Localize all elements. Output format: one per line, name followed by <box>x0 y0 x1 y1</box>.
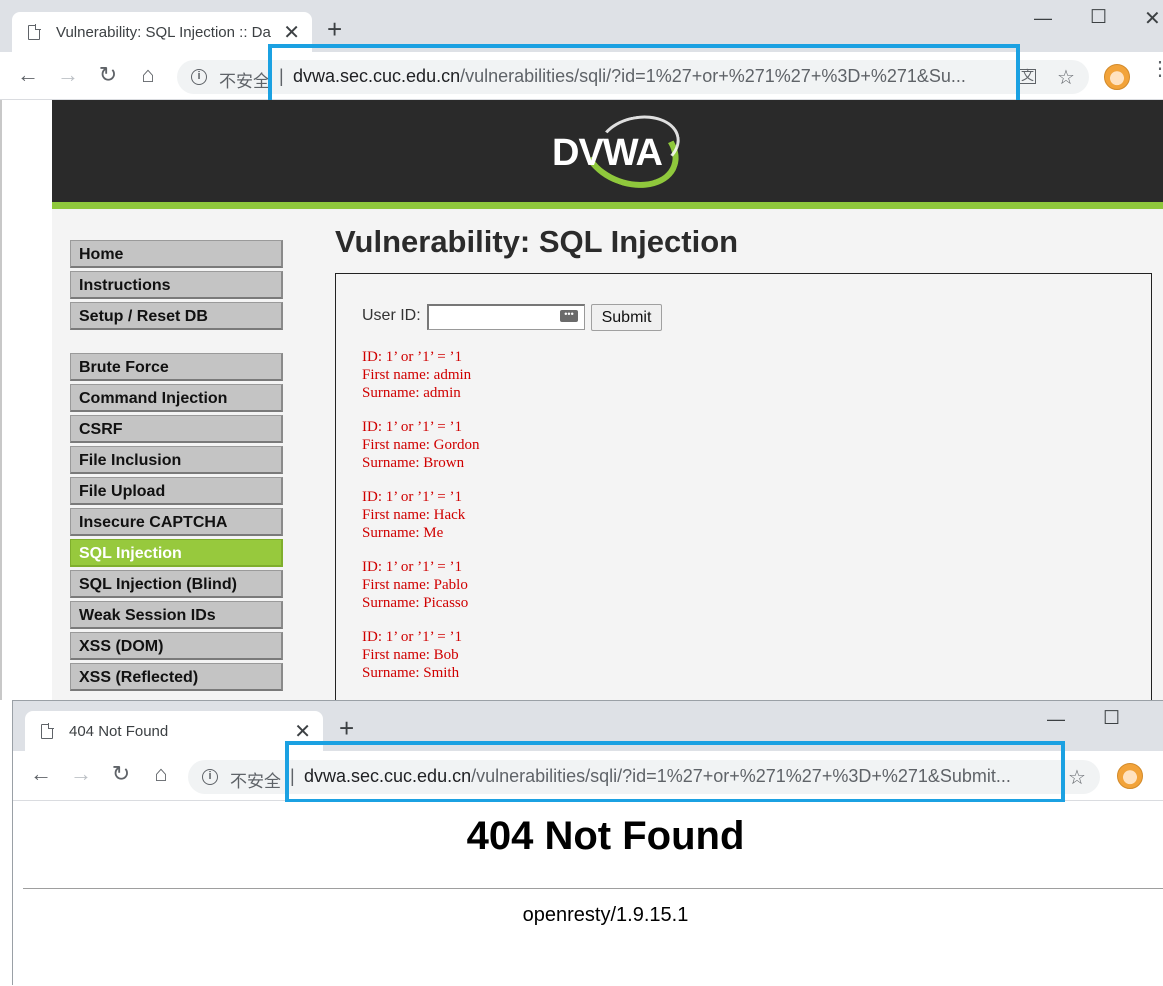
result-block: ID: 1’ or ’1’ = ’1 First name: Bob Surname… <box>362 628 480 682</box>
url-highlight-box <box>285 741 1065 803</box>
dvwa-logo: DVWA <box>546 100 690 201</box>
menu-item-insecure-captcha[interactable]: Insecure CAPTCHA <box>70 508 283 536</box>
result-block: ID: 1’ or ’1’ = ’1 First name: admin Surna… <box>362 348 480 402</box>
bookmark-star-icon[interactable]: ☆ <box>1068 765 1086 790</box>
page-icon <box>28 24 41 40</box>
insecure-label: 不安全 <box>230 772 281 791</box>
menu-item-command-injection[interactable]: Command Injection <box>70 384 283 412</box>
result-surname-line: Surname: Picasso <box>362 595 469 611</box>
result-surname-line: Surname: Smith <box>362 665 460 681</box>
insecure-label: 不安全 <box>219 72 270 91</box>
dvwa-menu: Home Instructions Setup / Reset DB Brute F… <box>70 240 283 694</box>
forward-icon[interactable]: → <box>54 62 82 88</box>
server-signature: openresty/1.9.15.1 <box>522 904 689 926</box>
menu-item-sql-injection-blind[interactable]: SQL Injection (Blind) <box>70 570 283 598</box>
vulnerable-code-area: User ID: ••• Submit ID: 1’ or ’1’ = ’1 Fi… <box>335 273 1152 700</box>
error-page: 404 Not Found openresty/1.9.15.1 <box>13 802 1163 986</box>
dvwa-page: DVWA Home Instructions Setup / Reset DB Br… <box>0 100 1163 700</box>
maximize-icon[interactable]: ☐ <box>1090 6 1107 29</box>
tab-dvwa[interactable]: Vulnerability: SQL Injection :: Da ✕ <box>12 12 312 52</box>
home-icon[interactable]: ⌂ <box>134 62 162 88</box>
menu-item-instructions[interactable]: Instructions <box>70 271 283 299</box>
result-block: ID: 1’ or ’1’ = ’1 First name: Hack Surnam… <box>362 488 480 542</box>
result-id-line: ID: 1’ or ’1’ = ’1 <box>362 489 462 505</box>
result-id-line: ID: 1’ or ’1’ = ’1 <box>362 349 462 365</box>
menu-item-home[interactable]: Home <box>70 240 283 268</box>
logo-text: DVWA <box>552 132 663 174</box>
result-first-line: First name: Bob <box>362 647 459 663</box>
menu-group-setup: Home Instructions Setup / Reset DB <box>70 240 283 330</box>
info-icon[interactable]: i <box>191 69 207 85</box>
divider <box>23 888 1163 889</box>
menu-spacer <box>70 333 283 353</box>
menu-item-file-upload[interactable]: File Upload <box>70 477 283 505</box>
menu-item-brute-force[interactable]: Brute Force <box>70 353 283 381</box>
menu-item-weak-session-ids[interactable]: Weak Session IDs <box>70 601 283 629</box>
submit-button[interactable]: Submit <box>591 304 662 331</box>
maximize-icon[interactable]: ☐ <box>1103 707 1120 730</box>
result-surname-line: Surname: Me <box>362 525 444 541</box>
error-heading: 404 Not Found <box>466 814 745 858</box>
menu-item-csrf[interactable]: CSRF <box>70 415 283 443</box>
result-first-line: First name: Pablo <box>362 577 468 593</box>
new-tab-icon[interactable]: + <box>339 715 354 741</box>
autofill-icon[interactable]: ••• <box>560 310 578 322</box>
result-surname-line: Surname: admin <box>362 385 461 401</box>
result-block: ID: 1’ or ’1’ = ’1 First name: Pablo Surna… <box>362 558 480 612</box>
browser-window-404: 404 Not Found ✕ + — ☐ ← → ↻ ⌂ i 不安全 | dv… <box>12 700 1163 986</box>
result-id-line: ID: 1’ or ’1’ = ’1 <box>362 629 462 645</box>
reload-icon[interactable]: ↻ <box>107 761 135 787</box>
menu-item-xss-dom[interactable]: XSS (DOM) <box>70 632 283 660</box>
tab-title: Vulnerability: SQL Injection :: Da <box>56 24 271 41</box>
profile-avatar[interactable] <box>1104 64 1130 90</box>
close-tab-icon[interactable]: ✕ <box>283 20 300 45</box>
minimize-icon[interactable]: — <box>1047 709 1065 730</box>
menu-item-sql-injection[interactable]: SQL Injection <box>70 539 283 567</box>
url-highlight-box <box>268 44 1020 104</box>
close-window-icon[interactable]: ✕ <box>1144 6 1161 31</box>
home-icon[interactable]: ⌂ <box>147 761 175 787</box>
menu-item-file-inclusion[interactable]: File Inclusion <box>70 446 283 474</box>
new-tab-icon[interactable]: + <box>327 16 342 42</box>
result-first-line: First name: Gordon <box>362 437 480 453</box>
query-results: ID: 1’ or ’1’ = ’1 First name: admin Surna… <box>362 348 480 698</box>
result-first-line: First name: Hack <box>362 507 466 523</box>
reload-icon[interactable]: ↻ <box>94 62 122 88</box>
result-id-line: ID: 1’ or ’1’ = ’1 <box>362 559 462 575</box>
forward-icon[interactable]: → <box>67 761 95 787</box>
menu-group-vulnerabilities: Brute Force Command Injection CSRF File Inc… <box>70 353 283 691</box>
user-id-label: User ID: <box>362 307 421 324</box>
page-left-margin <box>0 100 52 700</box>
translate-icon[interactable]: 文 <box>1019 69 1036 84</box>
tab-404[interactable]: 404 Not Found ✕ <box>25 711 323 751</box>
menu-item-setup-reset-db[interactable]: Setup / Reset DB <box>70 302 283 330</box>
minimize-icon[interactable]: — <box>1034 8 1052 29</box>
menu-icon[interactable]: ⋮ <box>1150 59 1163 79</box>
back-icon[interactable]: ← <box>27 761 55 787</box>
tab-title: 404 Not Found <box>69 723 169 740</box>
info-icon[interactable]: i <box>202 769 218 785</box>
result-block: ID: 1’ or ’1’ = ’1 First name: Gordon Surn… <box>362 418 480 472</box>
result-surname-line: Surname: Brown <box>362 455 465 471</box>
bookmark-star-icon[interactable]: ☆ <box>1057 65 1075 90</box>
menu-item-xss-reflected[interactable]: XSS (Reflected) <box>70 663 283 691</box>
page-title: Vulnerability: SQL Injection <box>335 224 739 259</box>
page-icon <box>41 723 54 739</box>
user-id-input[interactable]: ••• <box>427 304 585 330</box>
result-first-line: First name: admin <box>362 367 472 383</box>
header-green-bar <box>52 202 1163 209</box>
dvwa-header: DVWA <box>52 100 1163 202</box>
back-icon[interactable]: ← <box>14 62 42 88</box>
profile-avatar[interactable] <box>1117 763 1143 789</box>
result-id-line: ID: 1’ or ’1’ = ’1 <box>362 419 462 435</box>
